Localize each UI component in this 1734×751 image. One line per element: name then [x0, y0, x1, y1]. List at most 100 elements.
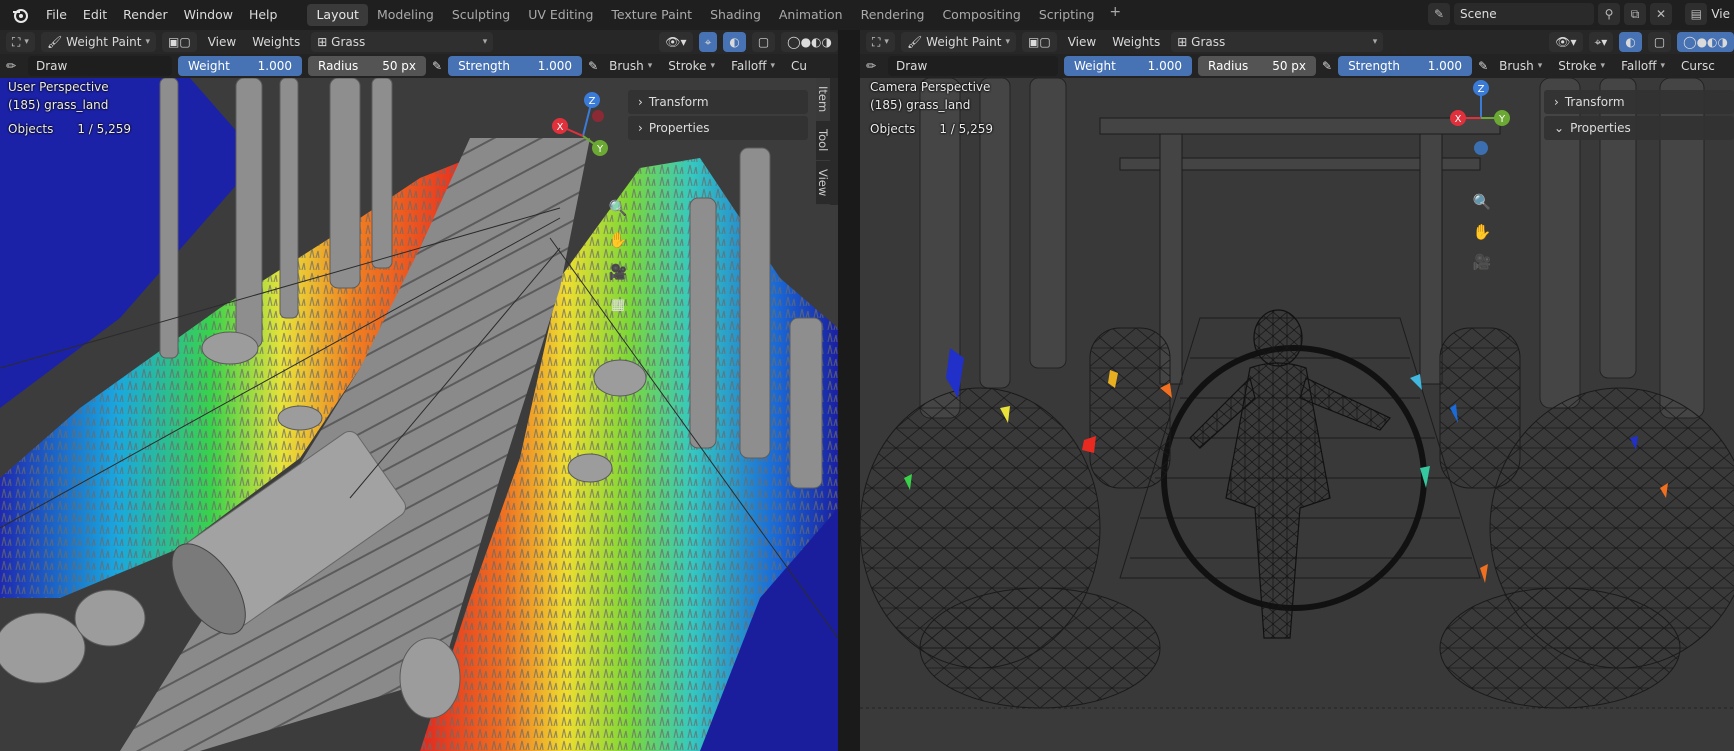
overlay-icon[interactable]: ◐ — [1619, 32, 1642, 52]
gizmo-y-label: Y — [596, 144, 604, 155]
pressure-icon[interactable]: ✎ — [1322, 59, 1332, 73]
stroke-menu[interactable]: Stroke ▾ — [663, 56, 720, 76]
vertex-group-selector[interactable]: ⊞ Grass ▾ — [311, 32, 494, 52]
vertex-group-selector[interactable]: ⊞ Grass ▾ — [1171, 32, 1384, 52]
cursor-menu[interactable]: Cu — [786, 56, 812, 76]
xray-icon[interactable]: ▢ — [751, 32, 776, 52]
falloff-menu[interactable]: Falloff ▾ — [1616, 56, 1670, 76]
scene-name-field[interactable]: Scene — [1454, 3, 1594, 25]
strength-slider[interactable]: Strength 1.000 — [448, 56, 583, 76]
tab-compositing[interactable]: Compositing — [933, 4, 1029, 26]
pin-icon[interactable]: ⚲ — [1598, 3, 1620, 25]
new-scene-icon[interactable]: ⧉ — [1624, 3, 1646, 25]
properties-panel[interactable]: ⌄ Properties — [1544, 116, 1734, 140]
cursor-menu[interactable]: Cursc — [1676, 56, 1720, 76]
gizmo-icon[interactable]: ⌖ — [698, 32, 718, 52]
brush-menu[interactable]: Brush ▾ — [1494, 56, 1547, 76]
menu-help[interactable]: Help — [241, 4, 286, 26]
zoom-icon[interactable]: 🔍 — [1470, 190, 1494, 214]
visibility-icon[interactable]: 👁▾ — [1549, 32, 1583, 52]
tab-uv-editing[interactable]: UV Editing — [519, 4, 602, 26]
weight-slider[interactable]: Weight 1.000 — [1064, 56, 1192, 76]
zoom-icon[interactable]: 🔍 — [606, 196, 630, 220]
pan-hand-icon[interactable]: ✋ — [1470, 220, 1494, 244]
stroke-menu[interactable]: Stroke ▾ — [1553, 56, 1610, 76]
xray-icon[interactable]: ▢ — [1647, 32, 1672, 52]
camera-icon[interactable]: 🎥 — [1470, 250, 1494, 274]
tab-item[interactable]: Item — [816, 78, 830, 122]
mode-selector[interactable]: 🖌 Weight Paint ▾ — [40, 32, 157, 52]
strength-pressure-icon[interactable]: ✎ — [1478, 59, 1488, 73]
weights-menu[interactable]: Weights — [1107, 32, 1165, 52]
properties-panel[interactable]: › Properties — [628, 116, 808, 140]
pressure-icon[interactable]: ✎ — [432, 59, 442, 73]
left-viewport-canvas[interactable]: User Perspective (185) grass_land Object… — [0, 78, 838, 751]
scene-icon[interactable]: ✎ — [1428, 3, 1450, 25]
pan-hand-icon[interactable]: ✋ — [606, 228, 630, 252]
brush-icon[interactable]: ✏ — [866, 59, 882, 73]
view-menu[interactable]: View — [1063, 32, 1101, 52]
falloff-menu[interactable]: Falloff ▾ — [726, 56, 780, 76]
mode-selector[interactable]: 🖌 Weight Paint ▾ — [900, 32, 1017, 52]
left-view-info: User Perspective (185) grass_land — [8, 78, 109, 114]
visibility-icon[interactable]: 👁▾ — [659, 32, 693, 52]
weights-menu[interactable]: Weights — [247, 32, 305, 52]
radius-slider[interactable]: Radius 50 px — [308, 56, 426, 76]
xray-toggle[interactable]: ▣▢ — [1022, 32, 1057, 52]
editor-type-button[interactable]: ⛶ ▾ — [6, 32, 35, 52]
tab-shading[interactable]: Shading — [701, 4, 770, 26]
navigation-gizmo[interactable]: Z X Y — [538, 86, 628, 176]
menu-window[interactable]: Window — [176, 4, 241, 26]
xray-toggle[interactable]: ▣▢ — [162, 32, 197, 52]
gizmo-y-label: Y — [1498, 114, 1506, 125]
overlay-icon[interactable]: ◐ — [723, 32, 746, 52]
camera-icon[interactable]: 🎥 — [606, 260, 630, 284]
radius-slider[interactable]: Radius 50 px — [1198, 56, 1316, 76]
add-workspace-icon[interactable]: + — [1103, 4, 1127, 26]
tab-view[interactable]: View — [816, 161, 830, 205]
tab-sculpting[interactable]: Sculpting — [443, 4, 519, 26]
viewlayer-icon: ▤ — [1685, 3, 1708, 25]
tab-animation[interactable]: Animation — [770, 4, 852, 26]
blender-logo-icon[interactable] — [8, 3, 32, 27]
tab-tool[interactable]: Tool — [816, 121, 830, 161]
grid-icon[interactable]: ▦ — [606, 292, 630, 316]
transform-panel[interactable]: › Transform — [1544, 90, 1734, 114]
strength-value: 1.000 — [537, 59, 573, 73]
strength-pressure-icon[interactable]: ✎ — [588, 59, 598, 73]
strength-slider[interactable]: Strength 1.000 — [1338, 56, 1473, 76]
navigation-gizmo[interactable]: Z X Y — [1440, 78, 1530, 168]
tab-modeling[interactable]: Modeling — [368, 4, 443, 26]
gizmo-z-label: Z — [1478, 84, 1485, 95]
tab-scripting[interactable]: Scripting — [1030, 4, 1104, 26]
transform-panel[interactable]: › Transform — [628, 90, 808, 114]
menu-render[interactable]: Render — [115, 4, 176, 26]
shading-buttons[interactable]: ◯●◐◑ — [1677, 32, 1734, 52]
weight-slider[interactable]: Weight 1.000 — [178, 56, 302, 76]
area-divider[interactable] — [838, 30, 860, 751]
tab-rendering[interactable]: Rendering — [852, 4, 934, 26]
brush-menu[interactable]: Brush ▾ — [604, 56, 657, 76]
close-icon[interactable]: ✕ — [1650, 3, 1672, 25]
chevron-right-icon: › — [1554, 95, 1559, 109]
falloff-menu-label: Falloff — [1621, 59, 1657, 73]
shading-buttons[interactable]: ◯●◐◑ — [781, 32, 838, 52]
editor-type-button[interactable]: ⛶ ▾ — [866, 32, 895, 52]
menu-edit[interactable]: Edit — [75, 4, 115, 26]
brush-icon[interactable]: ✏ — [6, 59, 22, 73]
tab-layout[interactable]: Layout — [307, 4, 368, 26]
brush-selector[interactable]: Draw — [888, 56, 1058, 76]
right-viewport-canvas[interactable]: Camera Perspective (185) grass_land Obje… — [860, 78, 1734, 751]
transform-label: Transform — [1564, 95, 1625, 109]
mode-label: Weight Paint — [926, 35, 1002, 49]
view-menu[interactable]: View — [203, 32, 241, 52]
scene-selector: ✎ Scene ⚲ ⧉ ✕ — [1428, 3, 1672, 25]
brush-selector[interactable]: Draw — [28, 56, 172, 76]
tab-texture-paint[interactable]: Texture Paint — [602, 4, 701, 26]
brush-name: Draw — [896, 59, 928, 73]
menu-file[interactable]: File — [38, 4, 75, 26]
viewlayer-selector[interactable]: ▤ Vie — [1685, 3, 1734, 25]
gizmo-icon[interactable]: ⌖▾ — [1588, 32, 1614, 52]
right-scene-render — [860, 78, 1734, 751]
right-header: ⛶ ▾ 🖌 Weight Paint ▾ ▣▢ View Weights ⊞ Gr… — [860, 30, 1734, 54]
